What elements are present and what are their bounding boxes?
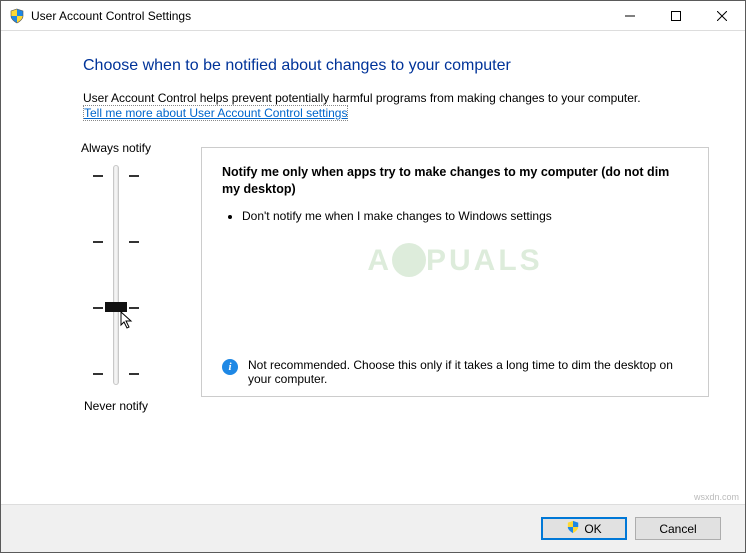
level-note-row: i Not recommended. Choose this only if i… [222,346,688,386]
level-bullets: Don't notify me when I make changes to W… [222,208,688,229]
slider-column: Always notify Never notify [31,131,201,419]
help-link[interactable]: Tell me more about User Account Control … [83,105,348,121]
maximize-button[interactable] [653,1,699,31]
button-bar: OK Cancel [1,504,745,552]
slider-tick [129,241,139,243]
slider-top-label: Always notify [81,141,151,155]
cancel-button-label: Cancel [659,522,696,536]
minimize-button[interactable] [607,1,653,31]
slider-tick [129,307,139,309]
uac-shield-icon [9,8,25,24]
close-button[interactable] [699,1,745,31]
slider-tick [129,175,139,177]
level-bullet-item: Don't notify me when I make changes to W… [242,208,688,225]
uac-shield-icon [566,520,580,537]
cancel-button[interactable]: Cancel [635,517,721,540]
titlebar: User Account Control Settings [1,1,745,31]
level-note: Not recommended. Choose this only if it … [248,358,688,386]
cursor-icon [120,311,134,332]
main-row: Always notify Never notify [31,131,715,419]
page-description: User Account Control helps prevent poten… [83,91,715,105]
slider-tick [93,175,103,177]
watermark-text: APUALS [202,243,708,278]
level-title: Notify me only when apps try to make cha… [222,164,688,198]
notification-level-slider[interactable] [81,165,151,385]
ok-button-label: OK [584,522,601,536]
slider-track [113,165,119,385]
slider-tick [93,373,103,375]
slider-bottom-label: Never notify [84,399,148,413]
level-description-panel: Notify me only when apps try to make cha… [201,147,709,397]
info-icon: i [222,359,238,375]
window-title: User Account Control Settings [31,9,607,23]
content-area: Choose when to be notified about changes… [1,31,745,504]
slider-tick [93,241,103,243]
slider-tick [93,307,103,309]
slider-tick [129,373,139,375]
page-heading: Choose when to be notified about changes… [83,57,715,75]
ok-button[interactable]: OK [541,517,627,540]
attribution: wsxdn.com [694,492,739,502]
